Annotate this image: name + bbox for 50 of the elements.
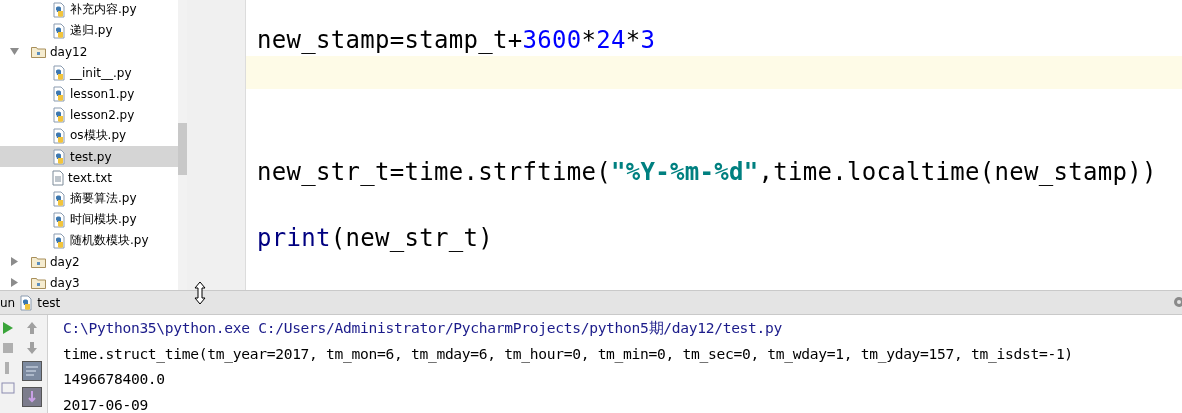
output-line: 1496678400.0 — [63, 369, 166, 389]
tree-file-item[interactable]: 摘要算法.py — [0, 188, 178, 209]
python-file-icon — [52, 64, 66, 81]
tree-file-item[interactable]: test.py — [0, 146, 178, 167]
collapsed-arrow-icon[interactable] — [10, 278, 19, 287]
scrollbar[interactable] — [178, 0, 187, 290]
tree-folder-item[interactable]: day2 — [0, 251, 178, 272]
tree-file-item[interactable]: os模块.py — [0, 125, 178, 146]
tree-file-item[interactable]: text.txt — [0, 167, 178, 188]
tree-file-item[interactable]: 补充内容.py — [0, 0, 178, 20]
expanded-arrow-icon[interactable] — [10, 47, 19, 56]
python-file-icon — [19, 294, 34, 311]
scroll-to-end-icon[interactable] — [21, 387, 42, 407]
python-file-icon — [52, 232, 66, 249]
soft-wrap-icon[interactable] — [21, 361, 42, 381]
python-file-icon — [52, 190, 66, 207]
code-line: new_stamp=stamp_t+3600*24*3 — [257, 25, 656, 54]
down-arrow-icon[interactable] — [24, 341, 39, 355]
output-line: 2017-06-09 — [63, 394, 149, 413]
tree-file-item[interactable]: 递归.py — [0, 20, 178, 41]
code-line: new_str_t=time.strftime("%Y-%m-%d",time.localtime(new_stamp)) — [257, 157, 1157, 186]
tree-folder-item[interactable]: day12 — [0, 41, 178, 62]
folder-icon — [31, 255, 46, 268]
python-file-icon — [52, 22, 66, 39]
stop-icon[interactable] — [1, 341, 15, 355]
tree-folder-item[interactable]: day3 — [0, 272, 178, 290]
python-file-icon — [52, 211, 66, 228]
run-config-name: test — [37, 295, 61, 310]
text-file-icon — [52, 169, 64, 186]
python-file-icon — [52, 106, 66, 123]
resize-cursor-icon — [194, 281, 206, 305]
python-file-icon — [52, 148, 66, 165]
code-line: print(new_str_t) — [257, 223, 493, 252]
layout-icon[interactable] — [1, 381, 15, 395]
run-panel-title: un — [0, 295, 16, 310]
python-file-icon — [52, 127, 66, 144]
collapsed-arrow-icon[interactable] — [10, 257, 19, 266]
settings-icon[interactable] — [1172, 295, 1182, 309]
python-file-icon — [52, 85, 66, 102]
up-arrow-icon[interactable] — [24, 321, 39, 335]
folder-icon — [31, 45, 46, 58]
tree-file-item[interactable]: 随机数模块.py — [0, 230, 178, 251]
folder-icon — [31, 276, 46, 289]
run-icon[interactable] — [1, 321, 15, 335]
tree-file-item[interactable]: __init__.py — [0, 62, 178, 83]
tree-file-item[interactable]: lesson2.py — [0, 104, 178, 125]
output-line: time.struct_time(tm_year=2017, tm_mon=6, tm_mday=6, tm_hour=0, tm_min=0, tm_sec=0, tm_wday=1, tm_yday=157, tm_isdst=-1) — [63, 343, 1074, 365]
command-line: C:\Python35\python.exe C:/Users/Administrator/PycharmProjects/python5期/day12/test.py — [63, 318, 784, 338]
tree-file-item[interactable]: 时间模块.py — [0, 209, 178, 230]
tree-file-item[interactable]: lesson1.py — [0, 83, 178, 104]
